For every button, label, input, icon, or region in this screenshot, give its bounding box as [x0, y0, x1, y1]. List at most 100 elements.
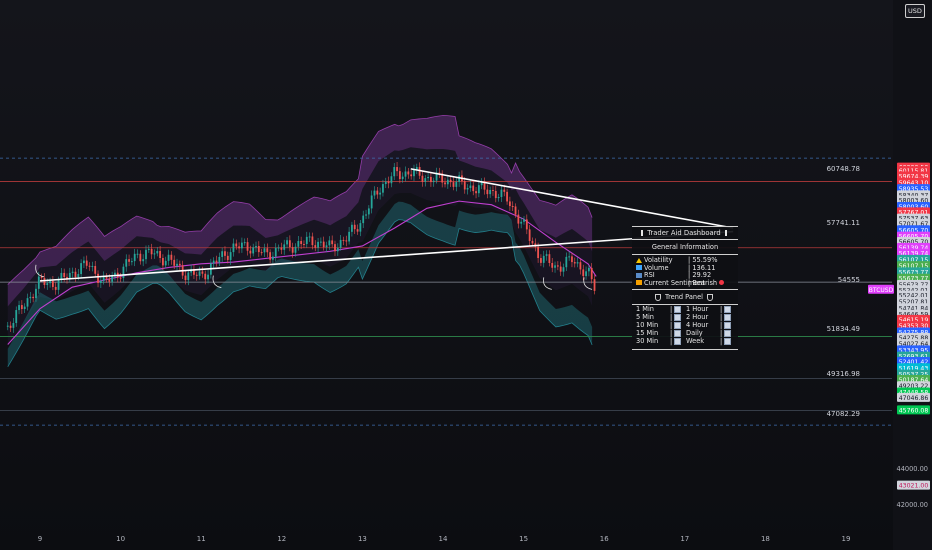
candle-body: [398, 171, 401, 180]
candle-body: [49, 280, 51, 284]
candle-body: [226, 255, 229, 260]
level-label: 47082.29: [827, 410, 860, 418]
chart-icon: [636, 265, 642, 271]
candle-body: [559, 266, 562, 272]
candle-body: [263, 248, 266, 253]
candle-body: [159, 251, 161, 259]
symbol-badge-label: BTCUSD: [869, 287, 894, 294]
trend-status-icon: [724, 306, 732, 314]
trend-status-icon: [724, 330, 732, 338]
candle-body: [587, 267, 590, 272]
bearish-dot-icon: [719, 280, 725, 286]
warning-icon: [636, 257, 642, 263]
candle-body: [257, 246, 260, 253]
candle-body: [71, 271, 74, 273]
candle-body: [97, 273, 99, 284]
candle-body: [246, 242, 249, 251]
candle-body: [525, 219, 528, 230]
candle-body: [556, 265, 559, 267]
candle-body: [305, 236, 308, 245]
candle-body: [288, 240, 291, 248]
candle-body: [280, 247, 283, 250]
candle-body: [150, 248, 153, 255]
candle-body: [153, 253, 156, 255]
candle-body: [404, 171, 407, 177]
candle-body: [579, 262, 582, 270]
candle-body: [348, 231, 351, 242]
candle-body: [362, 215, 365, 224]
candle-body: [342, 239, 345, 241]
candle-body: [576, 262, 579, 264]
candle-body: [540, 258, 542, 263]
candle-body: [328, 240, 331, 246]
candle-body: [145, 249, 147, 260]
candle-body: [198, 271, 201, 276]
candle-body: [32, 296, 35, 299]
trader-aid-dashboard: Trader Aid Dashboard General Information…: [632, 226, 738, 350]
candle-body: [195, 274, 198, 276]
candle-body: [359, 223, 362, 232]
candle-body: [130, 261, 133, 263]
candle-body: [91, 265, 94, 267]
candle-body: [356, 229, 359, 232]
candle-body: [446, 179, 449, 185]
candle-body: [401, 176, 404, 180]
trend-grid: 1 Min | 1 Hour | 5 Min | 2 Hour | 10 Min | 4 …: [632, 305, 738, 349]
candle-body: [497, 197, 500, 199]
level-label: 54555: [838, 276, 860, 284]
candle-body: [269, 252, 272, 260]
x-tick-label: 18: [761, 535, 770, 543]
candle-body: [63, 272, 66, 277]
candle-body: [345, 240, 348, 242]
candle-body: [379, 192, 382, 195]
shield-icon: [707, 293, 714, 301]
candle-body: [204, 273, 207, 280]
candle-body: [339, 239, 342, 248]
candle-body: [12, 323, 15, 328]
candle-body: [322, 241, 325, 248]
tf-label: 30 Min: [636, 337, 659, 345]
currency-button[interactable]: USD: [905, 4, 925, 18]
level-label: 49316.98: [827, 370, 860, 378]
candle-body: [46, 283, 49, 285]
candle-body: [15, 310, 18, 324]
candle-body: [252, 247, 255, 254]
x-tick-label: 14: [439, 535, 448, 543]
candle-body: [469, 185, 472, 188]
candle-body: [370, 195, 373, 209]
candle-body: [173, 259, 176, 266]
candle-body: [294, 246, 297, 253]
candle-body: [421, 175, 424, 182]
candle-body: [537, 246, 540, 259]
candle-body: [94, 265, 97, 274]
x-tick-label: 9: [38, 535, 42, 543]
candle-body: [336, 247, 339, 252]
trend-panel-heading: Trend Panel: [632, 290, 738, 304]
candle-body: [255, 246, 257, 248]
candle-body: [26, 298, 29, 307]
candle-body: [486, 189, 489, 195]
candle-body: [221, 251, 224, 257]
candle-body: [308, 236, 311, 238]
price-badge-label: 47046.86: [899, 395, 929, 402]
candle-body: [506, 191, 508, 202]
candle-body: [432, 180, 435, 183]
x-tick-label: 12: [277, 535, 286, 543]
candle-body: [297, 241, 300, 247]
x-tick-label: 19: [842, 535, 851, 543]
level-label: 57741.11: [827, 219, 860, 227]
candle-body: [384, 181, 387, 185]
candle-body: [390, 176, 393, 184]
y-tick-label: 44000.00: [897, 465, 928, 473]
candle-body: [108, 278, 111, 282]
price-chart[interactable]: 60748.78 57741.11 54555 51834.49 49316.98 470…: [0, 0, 932, 550]
level-label: 51834.49: [827, 325, 860, 333]
candle-body: [243, 242, 246, 244]
level-label: 60748.78: [827, 165, 860, 173]
candle-body: [266, 248, 269, 253]
candle-body: [472, 185, 475, 192]
bolt-icon: [636, 280, 642, 286]
candle-body: [585, 271, 587, 277]
candle-body: [80, 263, 83, 275]
candle-body: [568, 256, 571, 258]
